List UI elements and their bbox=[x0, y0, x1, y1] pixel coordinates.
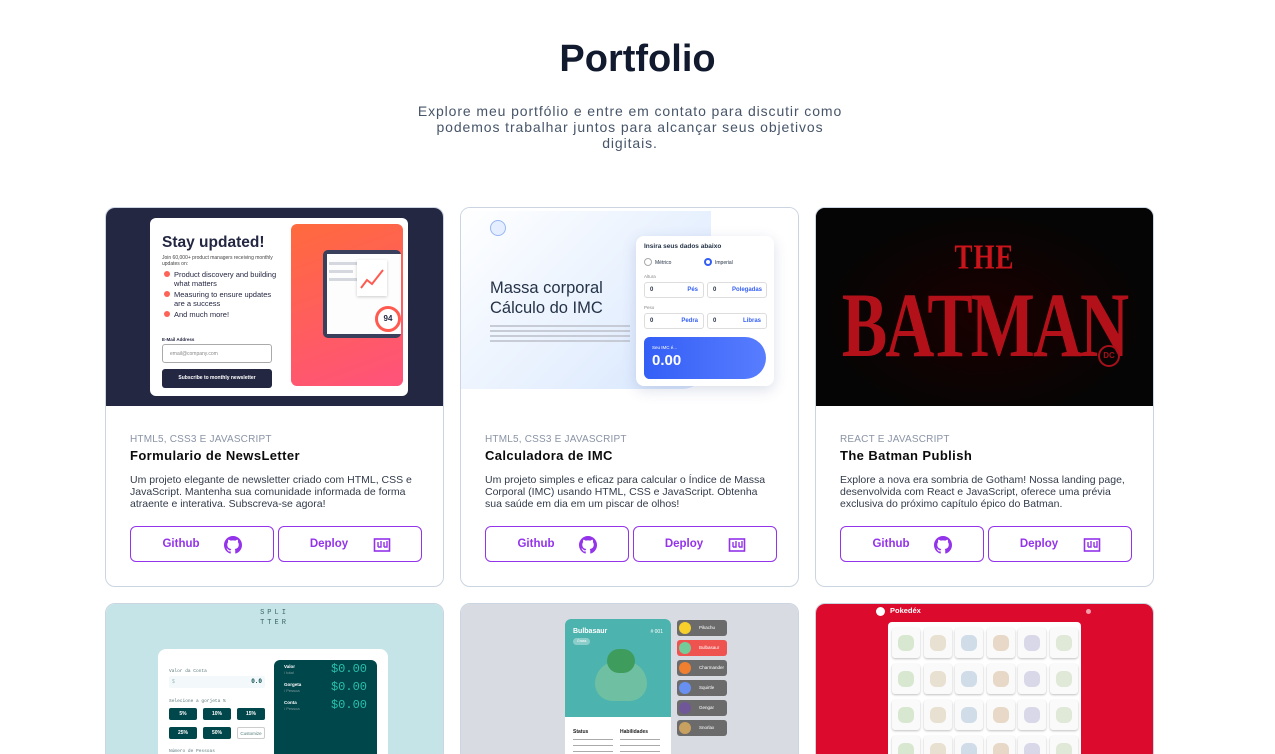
project-title: Formulario de NewsLetter bbox=[130, 448, 300, 463]
pokedex-tile bbox=[1049, 736, 1078, 754]
splitter-result-panel: Valor / total $0.00 Gorgeta / Pessoa $0.… bbox=[274, 660, 377, 754]
pokedex-tile bbox=[955, 700, 983, 730]
preview-list: Product discovery and building what matt… bbox=[164, 270, 282, 320]
pokedex-tile bbox=[986, 664, 1015, 694]
project-thumbnail: Pokedéx bbox=[816, 604, 1153, 754]
check-icon bbox=[164, 311, 170, 317]
pokedex-tile bbox=[1018, 628, 1046, 658]
deploy-button-label: Deploy bbox=[1019, 538, 1059, 550]
project-card-pokedex: Pokedéx bbox=[815, 603, 1154, 754]
github-icon bbox=[579, 536, 597, 554]
preview-list-item: Product discovery and building what matt… bbox=[174, 270, 277, 288]
preview-heading: Stay updated! bbox=[162, 234, 265, 251]
preview-illustration: 94 bbox=[291, 224, 403, 386]
github-button-label: Github bbox=[162, 538, 200, 550]
github-button-label: Github bbox=[872, 538, 910, 550]
project-description: Um projeto simples e eficaz para calcula… bbox=[485, 474, 766, 510]
project-card-batman: THE BATMAN DC REACT E JAVASCRIPT The Bat… bbox=[815, 207, 1154, 587]
chart-line-icon bbox=[360, 269, 384, 289]
check-icon bbox=[164, 271, 170, 277]
github-icon bbox=[934, 536, 952, 554]
project-description: Um projeto elegante de newsletter criado… bbox=[130, 474, 412, 510]
project-thumbnail: Stay updated! Join 60,000+ product manag… bbox=[106, 208, 443, 406]
pokemon-list: Pikachu Bulbasaur Charmander Squirtle Ge… bbox=[677, 620, 727, 740]
pokedex-grid bbox=[888, 622, 1081, 754]
page-title: Portfolio bbox=[559, 38, 716, 80]
project-card-newsletter: Stay updated! Join 60,000+ product manag… bbox=[105, 207, 444, 587]
pokedex-tile bbox=[892, 700, 920, 730]
deploy-button[interactable]: Deploy bbox=[633, 526, 777, 562]
preview-form-panel: Insira seus dados abaixo Métrico Imperia… bbox=[636, 236, 774, 386]
project-card-pokemon: Bulbasaur # 001 Grass Status Habilidades… bbox=[460, 603, 799, 754]
preview-list-item: And much more! bbox=[174, 310, 230, 319]
pokedex-tile bbox=[986, 736, 1015, 754]
project-thumbnail: Massa corporal Cálculo do IMC Insira seu… bbox=[461, 208, 798, 406]
preview-intro: Join 60,000+ product managers receiving … bbox=[162, 255, 273, 267]
pokedex-tile bbox=[923, 628, 952, 658]
pokedex-tile bbox=[892, 664, 920, 694]
deploy-icon bbox=[1083, 538, 1101, 552]
preview-score-badge: 94 bbox=[375, 306, 401, 332]
project-thumbnail: THE BATMAN DC bbox=[816, 208, 1153, 406]
pokedex-tile bbox=[1018, 736, 1046, 754]
deploy-button-label: Deploy bbox=[664, 538, 704, 550]
deploy-icon bbox=[728, 538, 746, 552]
project-title: Calculadora de IMC bbox=[485, 448, 613, 463]
preview-email-label: E-Mail Address bbox=[162, 337, 195, 342]
deploy-button-label: Deploy bbox=[309, 538, 349, 550]
project-thumbnail: SPLI TTER Valor da Conta $ 0.0 Selecione… bbox=[106, 604, 443, 754]
pokemon-detail-card: Bulbasaur # 001 Grass Status Habilidades bbox=[565, 619, 671, 754]
logo-icon bbox=[490, 220, 506, 236]
pokedex-tile bbox=[892, 736, 920, 754]
pokedex-tile bbox=[955, 664, 983, 694]
pokedex-tile bbox=[923, 700, 952, 730]
preview-heading: Massa corporal Cálculo do IMC bbox=[490, 279, 603, 317]
pokedex-tile bbox=[892, 628, 920, 658]
pokedex-tile bbox=[1049, 628, 1078, 658]
pokedex-title: Pokedéx bbox=[890, 606, 921, 615]
github-button[interactable]: Github bbox=[130, 526, 274, 562]
project-description: Explore a nova era sombria de Gotham! No… bbox=[840, 474, 1125, 510]
splitter-preview: Valor da Conta $ 0.0 Selecione a gorjeta… bbox=[158, 649, 388, 754]
github-button[interactable]: Github bbox=[840, 526, 984, 562]
pokedex-tile bbox=[955, 736, 983, 754]
preview-subscribe-button: Subscribe to monthly newsletter bbox=[162, 369, 272, 388]
pokedex-tile bbox=[923, 736, 952, 754]
project-thumbnail: Bulbasaur # 001 Grass Status Habilidades… bbox=[461, 604, 798, 754]
pokedex-tile bbox=[1018, 700, 1046, 730]
project-card-imc: Massa corporal Cálculo do IMC Insira seu… bbox=[460, 207, 799, 587]
preview-panel-title: Insira seus dados abaixo bbox=[644, 243, 722, 250]
pokedex-tile bbox=[986, 700, 1015, 730]
deploy-button[interactable]: Deploy bbox=[988, 526, 1132, 562]
deploy-button[interactable]: Deploy bbox=[278, 526, 422, 562]
dc-logo: DC bbox=[1098, 345, 1120, 367]
newsletter-preview: Stay updated! Join 60,000+ product manag… bbox=[150, 218, 408, 396]
pokedex-tile bbox=[923, 664, 952, 694]
github-button[interactable]: Github bbox=[485, 526, 629, 562]
preview-result-box: Seu IMC é... 0.00 bbox=[644, 337, 766, 379]
splitter-logo: SPLI TTER bbox=[260, 609, 289, 627]
project-title: The Batman Publish bbox=[840, 448, 973, 463]
github-icon bbox=[224, 536, 242, 554]
pokedex-tile bbox=[1049, 664, 1078, 694]
pokedex-tile bbox=[1018, 664, 1046, 694]
preview-list-item: Measuring to ensure updates are a succes… bbox=[174, 290, 272, 308]
project-tags: HTML5, CSS3 E JAVASCRIPT bbox=[130, 434, 272, 445]
pokedex-tile bbox=[955, 628, 983, 658]
github-button-label: Github bbox=[517, 538, 555, 550]
preview-email-input: email@company.com bbox=[162, 344, 272, 363]
page-subtitle: Explore meu portfólio e entre em contato… bbox=[417, 103, 843, 151]
pokedex-tile bbox=[986, 628, 1015, 658]
project-tags: HTML5, CSS3 E JAVASCRIPT bbox=[485, 434, 627, 445]
deploy-icon bbox=[373, 538, 391, 552]
pokedex-tile bbox=[1049, 700, 1078, 730]
pokeball-icon bbox=[876, 607, 885, 616]
check-icon bbox=[164, 291, 170, 297]
project-card-splitter: SPLI TTER Valor da Conta $ 0.0 Selecione… bbox=[105, 603, 444, 754]
project-tags: REACT E JAVASCRIPT bbox=[840, 434, 950, 445]
preview-body-text bbox=[490, 325, 630, 345]
